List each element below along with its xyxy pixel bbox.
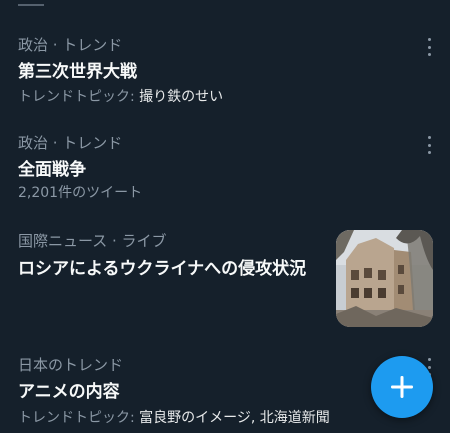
trend-category: 日本のトレンド [18, 356, 124, 374]
more-vertical-icon [427, 38, 431, 41]
more-options-button[interactable] [422, 136, 436, 154]
trend-title: 第三次世界大戦 [18, 62, 137, 82]
more-dot [427, 365, 431, 369]
trend-category: 政治 · トレンド [18, 36, 123, 54]
more-dot [427, 151, 431, 154]
plus-icon [391, 376, 413, 398]
trend-meta-prefix: トレンドトピック: [18, 89, 140, 105]
trend-item[interactable]: 政治 · トレンド 全面戦争 2,201件のツイート [0, 128, 450, 208]
more-options-button[interactable] [422, 38, 436, 56]
trend-meta: トレンドトピック: 富良野のイメージ, 北海道新聞 [18, 407, 330, 427]
compose-tweet-button[interactable] [371, 356, 433, 418]
trend-title: アニメの内容 [18, 382, 120, 402]
trend-category: 政治 · トレンド [18, 134, 123, 152]
trend-item[interactable]: 政治 · トレンド 第三次世界大戦 トレンドトピック: 撮り鉄のせい [0, 30, 450, 112]
trend-meta: トレンドトピック: 撮り鉄のせい [18, 86, 223, 106]
more-dot [427, 53, 431, 56]
more-vertical-icon [427, 358, 431, 361]
trend-title: ロシアによるウクライナへの侵攻状況 [18, 259, 307, 279]
trend-meta-prefix: トレンドトピック: [18, 410, 140, 426]
war-damaged-building-photo-icon[interactable] [336, 230, 433, 327]
previous-item-fragment [18, 0, 44, 6]
trend-category: 国際ニュース · ライブ [18, 232, 167, 250]
more-dot [427, 45, 431, 49]
trend-meta-topic: 富良野のイメージ, 北海道新聞 [139, 410, 330, 426]
trend-tweet-count: 2,201件のツイート [18, 185, 143, 201]
more-dot [427, 143, 431, 147]
thumbnail-image [336, 230, 433, 327]
more-vertical-icon [427, 136, 431, 139]
trend-title: 全面戦争 [18, 160, 86, 180]
trend-meta-topic: 撮り鉄のせい [139, 89, 224, 105]
